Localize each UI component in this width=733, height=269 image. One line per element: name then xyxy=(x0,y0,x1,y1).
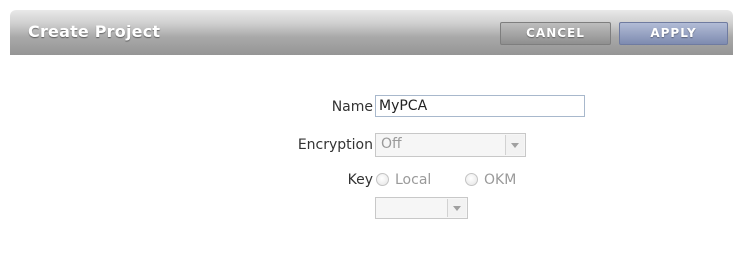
name-label: Name xyxy=(331,99,373,115)
key-local-label: Local xyxy=(395,172,432,188)
key-okm-label: OKM xyxy=(484,172,517,188)
chevron-down-icon[interactable] xyxy=(505,135,524,155)
key-local-radio[interactable] xyxy=(376,173,389,186)
dialog-title: Create Project xyxy=(28,22,161,41)
cancel-button[interactable]: CANCEL xyxy=(500,22,611,45)
encryption-select[interactable]: Off xyxy=(375,133,526,157)
key-label: Key xyxy=(347,172,373,188)
chevron-down-icon[interactable] xyxy=(447,199,466,217)
apply-button[interactable]: APPLY xyxy=(619,22,728,45)
key-okm-radio[interactable] xyxy=(465,173,478,186)
key-select[interactable] xyxy=(375,197,468,219)
encryption-select-value: Off xyxy=(381,136,402,152)
encryption-label: Encryption xyxy=(297,137,373,153)
name-input[interactable] xyxy=(375,95,585,117)
dialog-title-bar: Create Project CANCEL APPLY xyxy=(10,10,733,55)
